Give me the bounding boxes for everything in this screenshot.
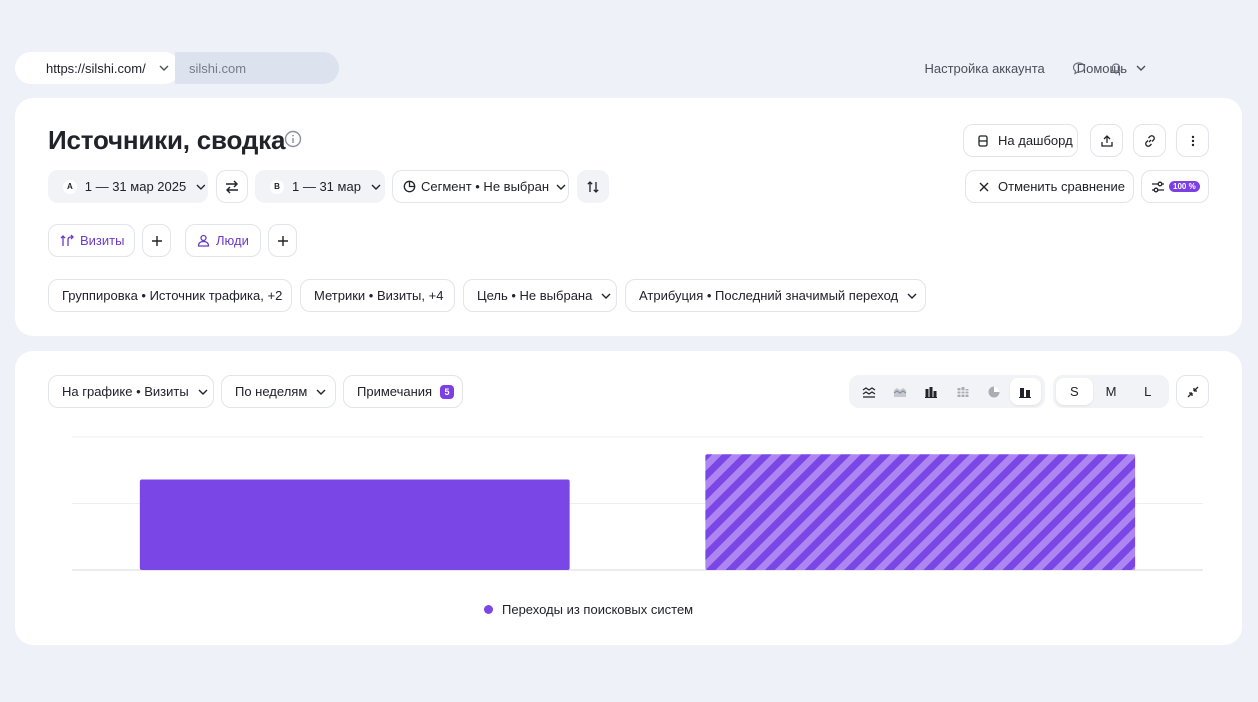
legend-label: Переходы из поисковых систем [502,602,694,617]
close-icon [979,182,989,191]
chevron-down-icon [371,184,381,190]
info-icon[interactable] [284,130,302,148]
link-icon [1144,134,1155,147]
goal-filter-label: Цель • Не выбрана [477,288,593,303]
add-metric-b-button[interactable] [268,224,297,257]
chevron-down-icon [198,389,208,395]
area-chart-view[interactable] [884,378,915,405]
pie-chart-view[interactable] [978,378,1009,405]
goal-filter[interactable]: Цель • Не выбрана [463,279,617,312]
period-b-select[interactable]: B 1 — 31 мар [255,170,385,203]
chart-type-switcher [849,375,1045,408]
metric-people-label: Люди [216,233,249,248]
grouping-filter-label: Группировка • Источник трафика, +2 [62,288,283,303]
collapse-chart-button[interactable] [1176,375,1209,408]
chart-card: На графике • Визиты По неделям Примечани… [15,351,1242,645]
account-settings-link[interactable]: Настройка аккаунта [924,61,1044,76]
chevron-down-icon [196,184,206,190]
swap-periods-button[interactable] [216,170,248,203]
period-a-label: 1 — 31 мар 2025 [84,179,187,194]
bar-chart-view[interactable] [1009,378,1041,405]
segment-label: Сегмент • Не выбран [421,179,550,194]
bell-icon[interactable] [1107,59,1125,77]
chevron-down-icon [316,389,326,395]
chevron-down-icon [159,65,169,71]
person-icon [197,234,210,247]
upload-icon [1100,134,1113,147]
metrics-filter[interactable]: Метрики • Визиты, +4 [300,279,455,312]
visits-icon [60,234,74,246]
chat-icon[interactable] [1070,59,1088,77]
site-search-value: silshi.com [189,60,247,76]
metric-people-chip[interactable]: Люди [185,224,261,257]
attribution-filter-label: Атрибуция • Последний значимый переход [639,288,899,303]
size-l-button[interactable]: L [1129,378,1166,405]
chevron-down-icon [556,184,566,190]
share-link-button[interactable] [1133,124,1166,157]
grouping-filter[interactable]: Группировка • Источник трафика, +2 [48,279,292,312]
period-b-letter: B [270,179,284,194]
report-header-card: Источники, сводка На дашборд A 1 — 31 ма… [15,98,1242,336]
column-chart-icon [925,386,938,398]
cancel-compare-label: Отменить сравнение [998,179,1125,194]
plus-icon [151,235,162,246]
to-dashboard-button[interactable]: На дашборд [963,124,1078,157]
line-chart-icon [862,386,875,398]
by-weeks-select[interactable]: По неделям [221,375,336,408]
dashboard-icon [978,134,988,147]
stacked-chart-view[interactable] [947,378,978,405]
segment-select[interactable]: Сегмент • Не выбран [392,170,569,203]
notes-count-badge: 5 [440,384,455,399]
size-m-button[interactable]: M [1093,378,1130,405]
export-button[interactable] [1090,124,1123,157]
bar-chart-icon [1019,387,1032,398]
attribution-filter[interactable]: Атрибуция • Последний значимый переход [625,279,926,312]
size-s-button[interactable]: S [1056,378,1093,405]
top-bar: https://silshi.com/ silshi.com Настройка… [15,52,1243,84]
area-chart-icon [893,387,907,397]
legend-marker [484,605,493,614]
chart-legend: Переходы из поисковых систем [484,602,693,617]
pie-chart-icon [988,386,1000,397]
site-url-select[interactable]: https://silshi.com/ [15,52,180,84]
segment-settings-button[interactable] [577,170,609,203]
to-dashboard-label: На дашборд [998,133,1073,148]
add-metric-a-button[interactable] [142,224,171,257]
column-chart-view[interactable] [916,378,947,405]
line-chart-view[interactable] [853,378,884,405]
chevron-down-icon [1136,65,1146,71]
stacked-chart-icon [956,386,969,397]
sliders-icon [1152,181,1164,192]
on-chart-select[interactable]: На графике • Визиты [48,375,214,408]
on-chart-label: На графике • Визиты [62,384,189,399]
site-url-label: https://silshi.com/ [46,60,146,76]
chart-bar-a[interactable] [139,479,570,570]
cancel-compare-button[interactable]: Отменить сравнение [965,170,1134,203]
more-vertical-icon [1191,135,1194,146]
chevron-down-icon [601,293,611,299]
by-weeks-label: По неделям [235,384,308,399]
chevron-down-icon [907,293,917,299]
more-button[interactable] [1176,124,1209,157]
chart-size-switcher: S M L [1053,375,1169,408]
site-search-input[interactable]: silshi.com [175,52,339,84]
bar-chart [72,436,1203,571]
metric-visits-chip[interactable]: Визиты [48,224,135,257]
notes-label: Примечания [357,384,433,399]
metric-visits-label: Визиты [80,233,125,248]
collapse-icon [1187,386,1198,397]
sort-arrows-icon [587,180,599,193]
period-a-letter: A [63,179,77,194]
sampling-badge: 100 % [1169,181,1200,192]
swap-icon [226,180,238,193]
period-b-label: 1 — 31 мар [292,179,361,194]
period-a-select[interactable]: A 1 — 31 мар 2025 [48,170,208,203]
segment-icon [403,180,416,193]
notes-button[interactable]: Примечания 5 [343,375,463,408]
metrics-filter-label: Метрики • Визиты, +4 [314,288,444,303]
page-title: Источники, сводка [48,125,286,155]
sampling-button[interactable]: 100 % [1141,170,1209,203]
chart-bar-b[interactable] [705,454,1136,570]
plus-icon [277,235,288,246]
